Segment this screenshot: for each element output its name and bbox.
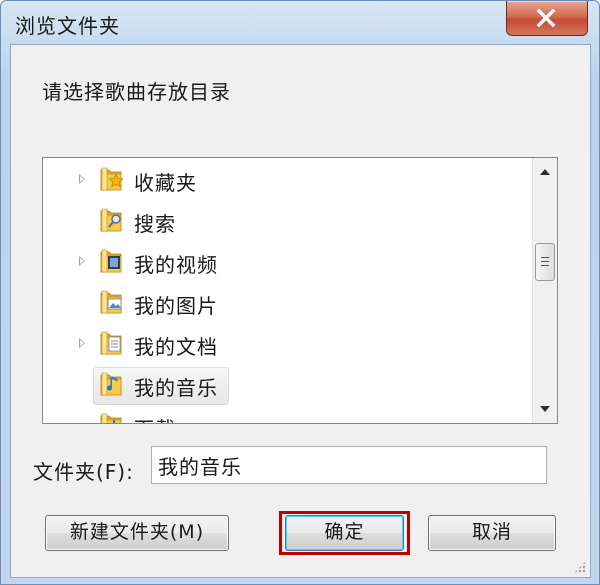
tree-item-label: 搜索: [134, 212, 176, 236]
tree-item-label: 我的文档: [134, 335, 218, 359]
documents-folder-icon: [100, 331, 122, 355]
music-folder-icon: [100, 372, 122, 396]
window-title: 浏览文件夹: [15, 14, 120, 38]
folder-field[interactable]: [151, 446, 547, 484]
expand-arrow-icon[interactable]: [79, 256, 85, 266]
cancel-button[interactable]: 取消: [428, 515, 556, 551]
resize-grip-icon[interactable]: [574, 561, 586, 573]
browse-folder-dialog: 浏览文件夹 请选择歌曲存放目录 收藏夹搜索我的视频我的图片我的文档我的音乐下载 …: [0, 0, 600, 585]
favorites-folder-icon: [100, 167, 124, 191]
prompt-text: 请选择歌曲存放目录: [42, 80, 231, 104]
scroll-down-arrow-icon[interactable]: [540, 406, 550, 412]
tree-item-label: 下载: [134, 413, 176, 423]
tree-item[interactable]: 收藏夹: [43, 162, 523, 198]
tree-item[interactable]: 我的图片: [43, 285, 523, 321]
downloads-folder-icon: [100, 413, 122, 423]
ok-button[interactable]: 确定: [285, 515, 404, 551]
vertical-scrollbar[interactable]: [532, 158, 557, 423]
tree-item-label: 我的图片: [134, 294, 218, 318]
close-button[interactable]: [506, 1, 588, 36]
expand-arrow-icon[interactable]: [79, 174, 85, 184]
tree-item[interactable]: 我的视频: [43, 244, 523, 280]
scroll-up-arrow-icon[interactable]: [540, 169, 550, 175]
ok-button-highlight: 确定: [279, 511, 410, 555]
dialog-body: 请选择歌曲存放目录 收藏夹搜索我的视频我的图片我的文档我的音乐下载 文件夹(F)…: [10, 44, 591, 578]
scroll-thumb[interactable]: [535, 243, 555, 281]
pictures-folder-icon: [100, 290, 122, 314]
folder-tree[interactable]: 收藏夹搜索我的视频我的图片我的文档我的音乐下载: [42, 157, 558, 424]
tree-item-label: 我的音乐: [134, 376, 218, 400]
folder-field-label: 文件夹(F):: [33, 460, 134, 484]
tree-item-label: 我的视频: [134, 253, 218, 277]
videos-folder-icon: [100, 249, 122, 273]
tree-item[interactable]: 我的音乐: [43, 367, 523, 405]
title-bar[interactable]: 浏览文件夹: [1, 1, 599, 43]
tree-item[interactable]: 搜索: [43, 203, 523, 239]
tree-item[interactable]: 下载: [43, 408, 523, 423]
expand-arrow-icon[interactable]: [79, 338, 85, 348]
tree-item-label: 收藏夹: [134, 171, 197, 195]
new-folder-button[interactable]: 新建文件夹(M): [45, 515, 229, 551]
search-folder-icon: [100, 208, 122, 232]
close-icon: [536, 9, 556, 27]
tree-item[interactable]: 我的文档: [43, 326, 523, 362]
